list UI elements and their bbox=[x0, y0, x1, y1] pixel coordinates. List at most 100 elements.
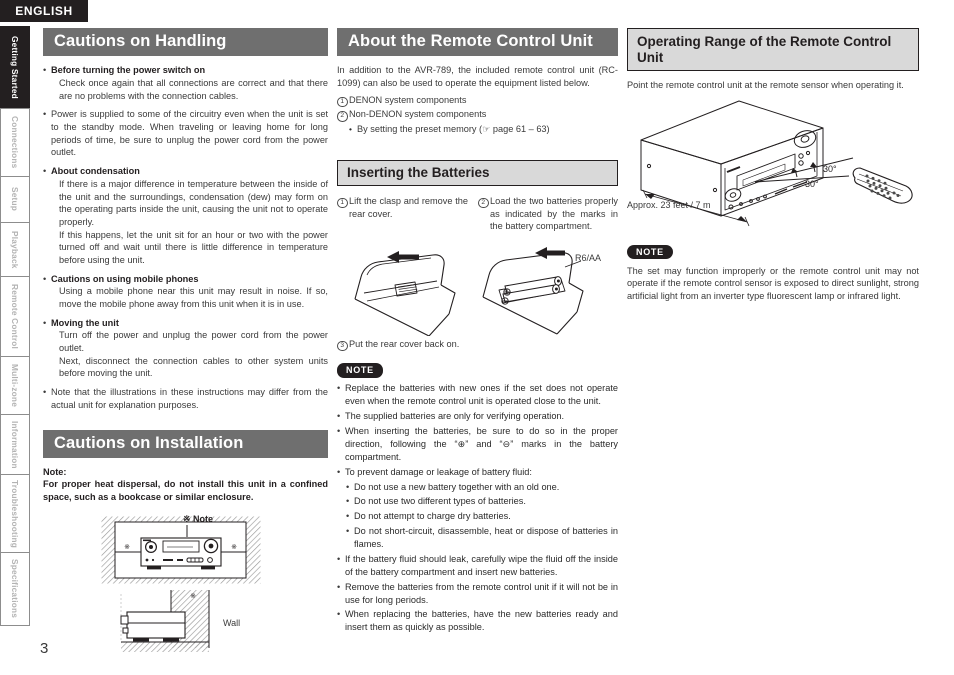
handling-item-text-2: Next, disconnect the connection cables t… bbox=[59, 355, 328, 379]
bullet-icon: • bbox=[43, 166, 47, 177]
distance-label: Approx. 23 feet / 7 m bbox=[627, 199, 711, 210]
battery-type-label: R6/AA bbox=[575, 252, 602, 263]
about-remote-control-unit-heading: About the Remote Control Unit bbox=[337, 28, 618, 57]
sidebar-item-getting-started[interactable]: Getting Started bbox=[0, 26, 30, 108]
bullet-icon: • bbox=[337, 426, 341, 437]
operating-range-figure: 30° 30° Approx. 23 feet / 7 m bbox=[627, 98, 919, 228]
bullet-icon: • bbox=[337, 383, 341, 394]
language-banner: ENGLISH bbox=[0, 0, 88, 22]
sidebar-item-label: Troubleshooting bbox=[10, 479, 20, 548]
note-item: • When inserting the batteries, be sure … bbox=[337, 425, 618, 464]
bullet-icon: • bbox=[337, 553, 341, 564]
battery-notes-list: • Replace the batteries with new ones if… bbox=[337, 382, 618, 634]
cautions-on-installation-heading: Cautions on Installation bbox=[43, 429, 328, 458]
handling-item: • Power is supplied to some of the circu… bbox=[43, 108, 328, 159]
sidebar-item-multi-zone[interactable]: Multi-zone bbox=[0, 356, 30, 414]
note-subitem-text: Do not short-circuit, disassemble, heat … bbox=[354, 526, 618, 550]
sidebar-item-label: Remote Control bbox=[10, 283, 20, 350]
note-item: • When replacing the batteries, have the… bbox=[337, 608, 618, 634]
note-item: • The supplied batteries are only for ve… bbox=[337, 410, 618, 423]
note-subitem: • Do not attempt to charge dry batteries… bbox=[346, 510, 618, 523]
sidebar-item-playback[interactable]: Playback bbox=[0, 222, 30, 276]
page-number: 3 bbox=[40, 640, 49, 657]
handling-item-text: Using a mobile phone near this unit may … bbox=[59, 286, 328, 309]
circled-number-icon: 1 bbox=[337, 195, 349, 220]
svg-text:※: ※ bbox=[231, 543, 237, 551]
bullet-icon: • bbox=[346, 511, 350, 522]
note-item: • To prevent damage or leakage of batter… bbox=[337, 466, 618, 479]
handling-item-text: Check once again that all connections ar… bbox=[59, 78, 328, 101]
bullet-icon: • bbox=[337, 581, 341, 592]
language-banner-label: ENGLISH bbox=[15, 4, 73, 18]
circled-number-icon: 3 bbox=[337, 338, 349, 352]
sidebar-item-troubleshooting[interactable]: Troubleshooting bbox=[0, 474, 30, 552]
circled-number-icon: 2 bbox=[337, 108, 349, 122]
remote-list-item: 2 Non-DENON system components bbox=[337, 108, 618, 122]
remote-sub-bullet-text: By setting the preset memory (☞ page 61 … bbox=[357, 123, 550, 134]
battery-step-1: 1 Lift the clasp and remove the rear cov… bbox=[337, 195, 468, 220]
circled-number-icon: 2 bbox=[478, 195, 490, 233]
operating-range-note-text: The set may function improperly or the r… bbox=[627, 265, 919, 302]
note-subitem: • Do not use a new battery together with… bbox=[346, 481, 618, 494]
sidebar-item-specifications[interactable]: Specifications bbox=[0, 552, 30, 626]
sidebar-item-label: Getting Started bbox=[10, 36, 20, 99]
left-column: Cautions on Handling • Before turning th… bbox=[43, 28, 328, 652]
installation-note-label: Note: bbox=[43, 466, 67, 477]
note-subitem: • Do not short-circuit, disassemble, hea… bbox=[346, 525, 618, 551]
operating-range-intro: Point the remote control unit at the rem… bbox=[627, 80, 904, 91]
middle-column: About the Remote Control Unit In additio… bbox=[337, 28, 618, 634]
bullet-icon: • bbox=[337, 411, 341, 422]
sidebar-item-setup[interactable]: Setup bbox=[0, 176, 30, 222]
installation-wall-label: Wall bbox=[223, 617, 241, 628]
bullet-icon: • bbox=[337, 609, 341, 620]
circled-number-icon: 1 bbox=[337, 94, 349, 108]
note-item: • Remove the batteries from the remote c… bbox=[337, 581, 618, 607]
note-item-text: If the battery fluid should leak, carefu… bbox=[345, 553, 618, 577]
handling-item-title: About condensation bbox=[51, 166, 140, 177]
bullet-icon: • bbox=[346, 496, 350, 507]
note-subitem-text: Do not use a new battery together with a… bbox=[354, 481, 560, 492]
handling-item: • Note that the illustrations in these i… bbox=[43, 386, 328, 411]
battery-step-3-text: Put the rear cover back on. bbox=[349, 338, 460, 349]
sidebar-item-label: Specifications bbox=[10, 559, 20, 619]
note-subitem-text: Do not attempt to charge dry batteries. bbox=[354, 511, 511, 522]
handling-item-title: Cautions on using mobile phones bbox=[51, 273, 199, 284]
sidebar-item-label: Information bbox=[10, 420, 20, 469]
battery-compartment-figure: R6/AA bbox=[477, 241, 618, 336]
bullet-icon: • bbox=[43, 317, 47, 328]
note-item-text: When inserting the batteries, be sure to… bbox=[345, 426, 618, 462]
installation-top-figure-svg: ※ ※ bbox=[101, 516, 261, 584]
note-subitem-text: Do not use two different types of batter… bbox=[354, 496, 526, 507]
operating-range-heading: Operating Range of the Remote Control Un… bbox=[627, 28, 919, 72]
battery-step-2-text: Load the two batteries properly as indic… bbox=[490, 195, 618, 232]
bullet-icon: • bbox=[43, 273, 47, 284]
note-item-text: When replacing the batteries, have the n… bbox=[345, 609, 618, 633]
sidebar-item-remote-control[interactable]: Remote Control bbox=[0, 276, 30, 356]
installation-figure-note-label: ※ Note bbox=[183, 513, 214, 524]
installation-side-figure-svg: ※ bbox=[120, 589, 210, 652]
handling-item-text: Turn off the power and unplug the power … bbox=[59, 330, 328, 354]
note-item-text: The supplied batteries are only for veri… bbox=[345, 411, 565, 422]
remote-intro-text: In addition to the AVR-789, the included… bbox=[337, 65, 618, 88]
sidebar-item-information[interactable]: Information bbox=[0, 414, 30, 474]
handling-item-text: Note that the illustrations in these ins… bbox=[51, 387, 328, 410]
handling-item-title: Before turning the power switch on bbox=[51, 65, 206, 76]
note-item: • Replace the batteries with new ones if… bbox=[337, 382, 618, 408]
battery-step-2: 2 Load the two batteries properly as ind… bbox=[478, 195, 618, 233]
sidebar-item-label: Multi-zone bbox=[10, 363, 20, 407]
handling-item: • Before turning the power switch on Che… bbox=[43, 64, 328, 102]
remote-rear-cover-figure bbox=[337, 241, 477, 336]
sidebar-item-connections[interactable]: Connections bbox=[0, 108, 30, 176]
remote-sub-bullet: • By setting the preset memory (☞ page 6… bbox=[349, 123, 618, 136]
handling-item-text: If there is a major difference in temper… bbox=[59, 178, 328, 227]
note-item-text: Remove the batteries from the remote con… bbox=[345, 581, 618, 605]
bullet-icon: • bbox=[43, 387, 47, 398]
bullet-icon: • bbox=[346, 481, 350, 492]
handling-item: • About condensation If there is a major… bbox=[43, 165, 328, 267]
handling-item-text: Power is supplied to some of the circuit… bbox=[51, 109, 328, 158]
bullet-icon: • bbox=[346, 526, 350, 537]
note-item-text: Replace the batteries with new ones if t… bbox=[345, 383, 618, 407]
note-badge: NOTE bbox=[627, 244, 673, 260]
angle-label-upper: 30° bbox=[823, 163, 837, 174]
installation-wall-figure: ※ Wall bbox=[111, 589, 328, 652]
